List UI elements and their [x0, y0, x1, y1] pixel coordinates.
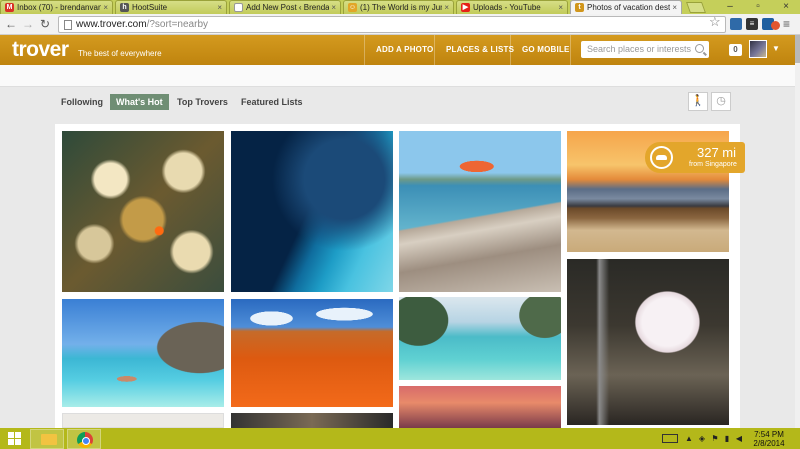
- photo-limestone-cliffs-lagoon[interactable]: [399, 297, 561, 380]
- minimize-icon[interactable]: –: [716, 0, 744, 13]
- maximize-icon[interactable]: ▫: [744, 0, 772, 13]
- flag-icon[interactable]: ⚑: [710, 434, 720, 443]
- distance-origin: from Singapore: [689, 161, 737, 168]
- scrollbar-thumb[interactable]: [795, 35, 800, 63]
- photo-orange-desert[interactable]: [231, 299, 393, 407]
- search-placeholder: Search places or interests: [587, 44, 692, 54]
- photo-cotton-candy-cocktail[interactable]: [567, 259, 729, 425]
- trover-logo[interactable]: trover: [12, 38, 69, 62]
- distance-badge: 327 mi from Singapore: [645, 142, 745, 173]
- car-icon: [650, 146, 673, 169]
- go-mobile-link[interactable]: GO MOBILE: [522, 45, 570, 54]
- tab-close-icon[interactable]: ×: [558, 3, 563, 12]
- tab-featured-lists[interactable]: Featured Lists: [241, 94, 303, 110]
- hootsuite-icon: h: [120, 3, 129, 12]
- url-host: www.trover.com: [76, 19, 147, 30]
- volume-icon[interactable]: ◀: [734, 434, 744, 443]
- clock-date: 2/8/2014: [753, 439, 785, 448]
- forward-arrow-icon[interactable]: →: [21, 17, 35, 31]
- photo-partial[interactable]: [399, 386, 561, 428]
- photo-partial[interactable]: [231, 413, 393, 428]
- tab-close-icon[interactable]: ×: [103, 3, 108, 12]
- photo-wooden-pier-umbrella[interactable]: [399, 131, 561, 292]
- back-arrow-icon[interactable]: ←: [4, 17, 18, 31]
- tab-top-trovers[interactable]: Top Trovers: [177, 94, 228, 110]
- tab-label: Inbox (70) - brendanvan...: [17, 3, 102, 12]
- chevron-down-icon[interactable]: ▼: [772, 44, 780, 53]
- nav-divider: [510, 35, 511, 65]
- photo-swimmer-tropical-bay[interactable]: [62, 299, 224, 407]
- walking-person-icon[interactable]: 🚶: [688, 92, 708, 111]
- windows-taskbar: ▲ ◈ ⚑ ▮ ◀ 7:54 PM 2/8/2014: [0, 428, 800, 449]
- tab-close-icon[interactable]: ×: [331, 3, 336, 12]
- tab-close-icon[interactable]: ×: [444, 3, 449, 12]
- browser-tab-strip: M Inbox (70) - brendanvan... × h HootSui…: [0, 0, 800, 14]
- tab-whats-hot[interactable]: What's Hot: [110, 94, 169, 110]
- tab-close-icon[interactable]: ×: [672, 3, 677, 12]
- taskbar-clock[interactable]: 7:54 PM 2/8/2014: [748, 430, 790, 448]
- new-tab-button[interactable]: [685, 2, 707, 13]
- tab-label: (1) The World is my Jungl...: [360, 3, 442, 12]
- windows-start-icon[interactable]: [8, 432, 21, 445]
- signal-icon[interactable]: ▮: [722, 434, 732, 443]
- chrome-taskbar-button[interactable]: [67, 429, 101, 449]
- network-icon[interactable]: ◈: [697, 434, 707, 443]
- tab-close-icon[interactable]: ×: [217, 3, 222, 12]
- browser-tab-trover[interactable]: t Photos of vacation destin... ×: [570, 0, 682, 14]
- add-a-photo-link[interactable]: ADD A PHOTO: [376, 45, 433, 54]
- photo-fish-school-ocean[interactable]: [231, 131, 393, 292]
- avatar[interactable]: [749, 40, 767, 58]
- browser-tab-gmail[interactable]: M Inbox (70) - brendanvan... ×: [0, 0, 113, 14]
- page-icon: [234, 3, 243, 12]
- folder-icon: [41, 434, 57, 445]
- page-icon: [64, 19, 72, 30]
- distance-value: 327 mi: [697, 145, 737, 160]
- tagline: The best of everywhere: [78, 49, 162, 58]
- extension-icon[interactable]: [771, 21, 780, 30]
- extension-icon[interactable]: [730, 18, 742, 30]
- browser-tab-hootsuite[interactable]: h HootSuite ×: [115, 0, 227, 14]
- gmail-icon: M: [5, 3, 14, 12]
- smiley-icon: ☺: [348, 3, 357, 12]
- tab-following[interactable]: Following: [61, 94, 103, 110]
- youtube-icon: ▶: [461, 3, 470, 12]
- file-explorer-taskbar-button[interactable]: [30, 429, 64, 449]
- keyboard-icon[interactable]: [662, 434, 678, 443]
- site-search-input[interactable]: Search places or interests: [581, 41, 709, 58]
- tab-label: Photos of vacation destin...: [587, 3, 671, 12]
- nav-divider: [434, 35, 435, 65]
- trover-icon: t: [575, 3, 584, 12]
- layers-extension-icon[interactable]: ≡: [746, 18, 758, 30]
- chrome-icon: [77, 432, 93, 448]
- tab-label: HootSuite: [132, 3, 168, 12]
- tab-label: Uploads - YouTube: [473, 3, 541, 12]
- chevron-up-icon[interactable]: ▲: [684, 434, 694, 443]
- reload-icon[interactable]: ↻: [38, 17, 52, 31]
- notification-count-badge[interactable]: 0: [729, 44, 742, 56]
- site-header: trover The best of everywhere ADD A PHOT…: [0, 35, 795, 65]
- tab-label: Add New Post ‹ Brendan ...: [246, 3, 330, 12]
- search-icon[interactable]: [695, 44, 704, 53]
- photo-partial[interactable]: [62, 413, 224, 428]
- close-window-icon[interactable]: ×: [772, 0, 800, 13]
- browser-toolbar: ← → ↻ www.trover.com/?sort=nearby ☆ ≡ ≡: [0, 14, 800, 35]
- clock-icon[interactable]: ◷: [711, 92, 731, 111]
- places-and-lists-link[interactable]: PLACES & LISTS: [446, 45, 514, 54]
- nav-divider: [570, 35, 571, 65]
- browser-tab-add-new-post[interactable]: Add New Post ‹ Brendan ... ×: [229, 0, 341, 14]
- browser-tab-world-jungle[interactable]: ☺ (1) The World is my Jungl... ×: [343, 0, 454, 14]
- clock-time: 7:54 PM: [754, 430, 784, 439]
- header-spacer: [0, 65, 795, 87]
- bookmark-star-icon[interactable]: ☆: [709, 14, 721, 30]
- filter-bar: Following What's Hot Top Trovers Feature…: [0, 88, 795, 114]
- chrome-menu-icon[interactable]: ≡: [783, 17, 790, 31]
- nav-divider: [364, 35, 365, 65]
- page-scrollbar[interactable]: [795, 35, 800, 428]
- browser-tab-youtube[interactable]: ▶ Uploads - YouTube ×: [456, 0, 568, 14]
- url-path: /?sort=nearby: [146, 19, 209, 30]
- address-bar[interactable]: www.trover.com/?sort=nearby: [58, 16, 726, 33]
- photo-coral-reef-clownfish[interactable]: [62, 131, 224, 292]
